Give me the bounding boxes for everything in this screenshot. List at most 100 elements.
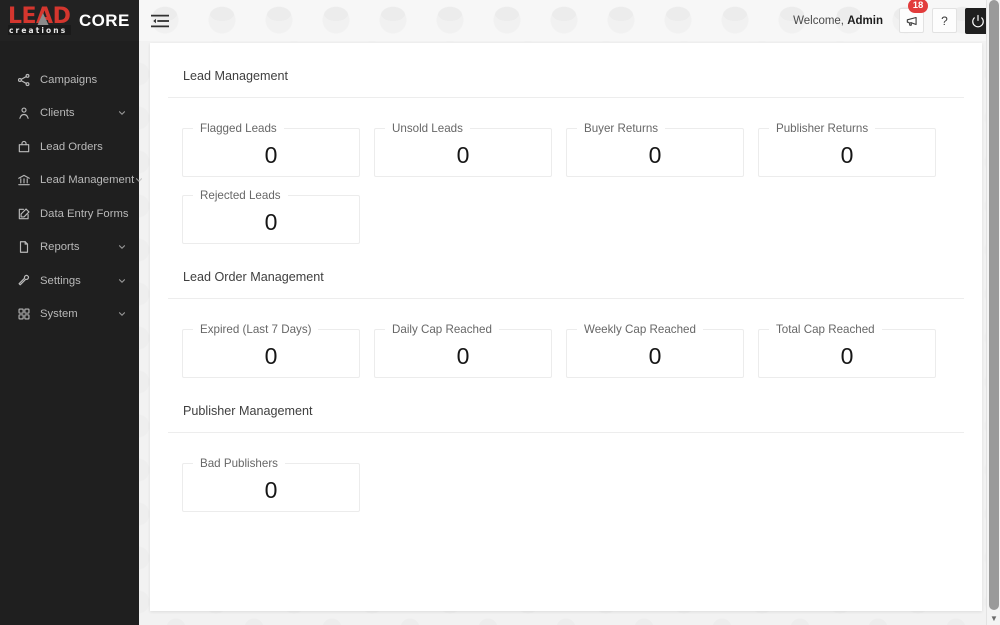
stat-card-flagged-leads[interactable]: Flagged Leads 0 [182,122,360,177]
stat-card-label: Bad Publishers [200,457,278,470]
stat-card-bad-publishers[interactable]: Bad Publishers 0 [182,457,360,512]
sidebar-item-settings[interactable]: Settings [0,264,139,298]
stat-card-value: 0 [264,343,278,369]
wrench-icon [16,273,31,288]
stat-card-value: 0 [264,209,278,235]
section-lead-order-management: Lead Order Management Expired (Last 7 Da… [150,244,982,378]
file-icon [16,240,31,255]
welcome-username: Admin [847,14,883,27]
sidebar-nav: Campaigns Clients Lead Orders Lead Manag… [0,41,143,332]
stat-card-cell: Expired (Last 7 Days) 0 [182,311,374,378]
form-edit-icon [16,206,31,221]
power-icon [972,14,984,27]
stat-card-value: 0 [456,142,470,168]
section-title: Lead Management [183,69,289,83]
stat-card-row: Expired (Last 7 Days) 0 Daily Cap Reache… [168,311,964,378]
sidebar-item-label: Clients [40,107,75,120]
stat-card-label: Total Cap Reached [776,323,875,336]
user-icon [16,106,31,121]
stat-card-cell: Buyer Returns 0 [566,110,758,177]
sidebar-item-lead-orders[interactable]: Lead Orders [0,130,139,164]
stat-card-value: 0 [840,142,854,168]
stat-card-label: Unsold Leads [392,122,463,135]
stat-card-row: Bad Publishers 0 [168,445,964,512]
stat-card-cell: Unsold Leads 0 [374,110,566,177]
stat-card-cell: Rejected Leads 0 [182,177,374,244]
menu-fold-icon[interactable] [150,12,170,30]
scrollbar-thumb[interactable] [989,0,999,610]
stat-card-row: Flagged Leads 0 Unsold Leads 0 Buyer Ret… [168,110,964,177]
stat-card-total-cap-reached[interactable]: Total Cap Reached 0 [758,323,936,378]
stat-card-label: Daily Cap Reached [392,323,492,336]
stat-card-label: Expired (Last 7 Days) [200,323,312,336]
share-nodes-icon [16,72,31,87]
announcements-button[interactable]: 18 [899,0,928,33]
sidebar: LEAD creations CORE Campaigns Clients Le… [0,0,143,625]
help-label: ? [941,13,948,28]
stat-card-label: Buyer Returns [584,122,659,135]
stat-card-expired-last-7-days[interactable]: Expired (Last 7 Days) 0 [182,323,360,378]
header-actions: Welcome, Admin 18 ? [793,0,1000,34]
help-button[interactable]: ? [932,8,957,33]
megaphone-icon [906,16,917,26]
stat-card-unsold-leads[interactable]: Unsold Leads 0 [374,122,552,177]
sidebar-item-clients[interactable]: Clients [0,97,139,131]
sidebar-item-label: Lead Orders [40,140,103,153]
stat-card-label: Publisher Returns [776,122,869,135]
section-divider [168,97,964,98]
bank-icon [16,173,31,188]
stat-card-row: Rejected Leads 0 [168,177,964,244]
stat-card-value: 0 [648,142,662,168]
stat-card-label: Weekly Cap Reached [584,323,696,336]
stat-card-value: 0 [648,343,662,369]
stat-card-weekly-cap-reached[interactable]: Weekly Cap Reached 0 [566,323,744,378]
section-divider [168,432,964,433]
stat-card-cell: Weekly Cap Reached 0 [566,311,758,378]
stat-card-value: 0 [456,343,470,369]
welcome-prefix: Welcome, [793,14,845,27]
stat-card-cell: Daily Cap Reached 0 [374,311,566,378]
product-name: CORE [79,10,130,30]
section-title: Publisher Management [183,404,313,418]
chevron-down-icon[interactable] [134,175,144,185]
sidebar-item-label: Data Entry Forms [40,207,129,220]
bag-icon [16,139,31,154]
brand-logo[interactable]: LEAD creations CORE [0,0,139,41]
stat-card-cell: Publisher Returns 0 [758,110,950,177]
stat-card-cell: Flagged Leads 0 [182,110,374,177]
lead-creations-logo: LEAD creations [8,5,72,35]
sidebar-item-label: System [40,308,78,321]
announcement-badge: 18 [908,0,928,13]
welcome-text: Welcome, Admin [793,15,883,27]
sidebar-item-lead-management[interactable]: Lead Management [0,164,143,198]
logo-subtext: creations [9,25,68,35]
stat-card-label: Rejected Leads [200,189,281,202]
stat-card-value: 0 [264,477,278,503]
stat-card-label: Flagged Leads [200,122,277,135]
chevron-down-icon[interactable] [117,309,127,319]
section-publisher-management: Publisher Management Bad Publishers 0 [150,378,982,512]
chevron-down-icon[interactable] [117,276,127,286]
chevron-down-icon[interactable] [117,108,127,118]
stat-card-cell: Total Cap Reached 0 [758,311,950,378]
top-header: Welcome, Admin 18 ? [139,0,1000,41]
stat-card-daily-cap-reached[interactable]: Daily Cap Reached 0 [374,323,552,378]
stat-card-buyer-returns[interactable]: Buyer Returns 0 [566,122,744,177]
grid-apps-icon [16,307,31,322]
chevron-down-icon[interactable] [117,242,127,252]
sidebar-item-label: Reports [40,241,80,254]
section-lead-management: Lead Management Flagged Leads 0 Unsold L… [150,43,982,244]
section-title: Lead Order Management [183,270,324,284]
sidebar-item-system[interactable]: System [0,298,139,332]
stat-card-publisher-returns[interactable]: Publisher Returns 0 [758,122,936,177]
sidebar-item-label: Settings [40,274,81,287]
sidebar-item-campaigns[interactable]: Campaigns [0,63,139,97]
sidebar-item-reports[interactable]: Reports [0,231,139,265]
page-scrollbar[interactable]: ▲ ▼ [986,0,1000,625]
stat-card-cell: Bad Publishers 0 [182,445,374,512]
scroll-down-arrow-icon[interactable]: ▼ [990,615,998,623]
sidebar-item-data-entry-forms[interactable]: Data Entry Forms [0,197,139,231]
sidebar-item-label: Campaigns [40,73,98,86]
section-divider [168,298,964,299]
stat-card-rejected-leads[interactable]: Rejected Leads 0 [182,189,360,244]
